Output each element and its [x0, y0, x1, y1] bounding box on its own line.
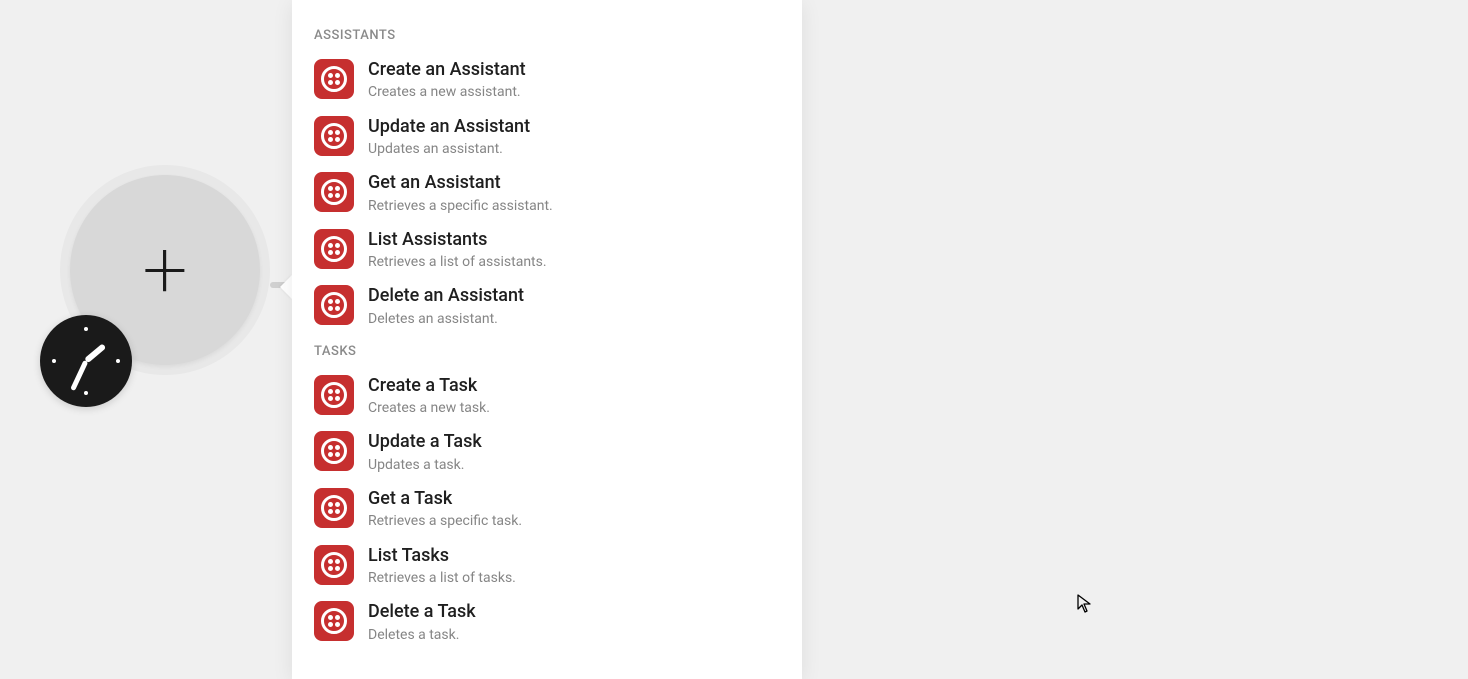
menu-item-desc: Deletes an assistant. [368, 310, 524, 328]
menu-item-title: Create an Assistant [368, 58, 526, 81]
twilio-icon [314, 59, 354, 99]
menu-item-text: Delete an Assistant Deletes an assistant. [368, 283, 524, 328]
twilio-icon [314, 488, 354, 528]
menu-item[interactable]: Create an Assistant Creates a new assista… [292, 51, 802, 108]
section-header: ASSISTANTS [292, 18, 802, 51]
menu-item-text: Create a Task Creates a new task. [368, 373, 490, 418]
twilio-icon [314, 545, 354, 585]
menu-item-text: Get an Assistant Retrieves a specific ass… [368, 170, 553, 215]
twilio-icon [314, 172, 354, 212]
menu-item-desc: Deletes a task. [368, 626, 476, 644]
canvas-add-node[interactable]: + [40, 165, 270, 415]
menu-item-text: Update a Task Updates a task. [368, 429, 482, 474]
menu-item-desc: Retrieves a specific task. [368, 512, 522, 530]
twilio-icon [314, 229, 354, 269]
menu-item-title: Create a Task [368, 374, 490, 397]
menu-item-desc: Creates a new task. [368, 399, 490, 417]
menu-item[interactable]: Delete an Assistant Deletes an assistant. [292, 277, 802, 334]
menu-item-text: List Assistants Retrieves a list of assis… [368, 227, 547, 272]
menu-item-title: Update a Task [368, 430, 482, 453]
section-header: TASKS [292, 334, 802, 367]
menu-item[interactable]: Get a Task Retrieves a specific task. [292, 480, 802, 537]
twilio-icon [314, 601, 354, 641]
twilio-icon [314, 285, 354, 325]
menu-item[interactable]: Update an Assistant Updates an assistant. [292, 108, 802, 165]
menu-item-text: Get a Task Retrieves a specific task. [368, 486, 522, 531]
twilio-icon [314, 375, 354, 415]
menu-item-title: Delete a Task [368, 600, 476, 623]
twilio-icon [314, 431, 354, 471]
twilio-icon [314, 116, 354, 156]
menu-item-title: Get a Task [368, 487, 522, 510]
menu-item-desc: Updates a task. [368, 456, 482, 474]
menu-item-title: List Tasks [368, 544, 516, 567]
menu-item[interactable]: Update a Task Updates a task. [292, 423, 802, 480]
menu-item-title: List Assistants [368, 228, 547, 251]
menu-item-text: List Tasks Retrieves a list of tasks. [368, 543, 516, 588]
mouse-cursor-icon [1077, 594, 1093, 614]
menu-item-title: Delete an Assistant [368, 284, 524, 307]
menu-item-text: Update an Assistant Updates an assistant. [368, 114, 530, 159]
menu-item[interactable]: Delete a Task Deletes a task. [292, 593, 802, 650]
menu-item-desc: Retrieves a specific assistant. [368, 197, 553, 215]
menu-item-title: Get an Assistant [368, 171, 553, 194]
action-picker-panel[interactable]: ASSISTANTS Create an Assistant Creates a n… [292, 0, 802, 679]
menu-item-text: Create an Assistant Creates a new assista… [368, 57, 526, 102]
menu-item-title: Update an Assistant [368, 115, 530, 138]
menu-item[interactable]: List Tasks Retrieves a list of tasks. [292, 537, 802, 594]
scheduler-node[interactable] [40, 315, 132, 407]
panel-pointer [280, 275, 292, 299]
menu-item[interactable]: Create a Task Creates a new task. [292, 367, 802, 424]
menu-item-desc: Retrieves a list of tasks. [368, 569, 516, 587]
menu-item[interactable]: Get an Assistant Retrieves a specific ass… [292, 164, 802, 221]
menu-item-desc: Retrieves a list of assistants. [368, 253, 547, 271]
plus-icon: + [142, 230, 187, 310]
menu-item-text: Delete a Task Deletes a task. [368, 599, 476, 644]
menu-item-desc: Updates an assistant. [368, 140, 530, 158]
menu-item[interactable]: List Assistants Retrieves a list of assis… [292, 221, 802, 278]
menu-item-desc: Creates a new assistant. [368, 83, 526, 101]
clock-icon [40, 315, 132, 407]
